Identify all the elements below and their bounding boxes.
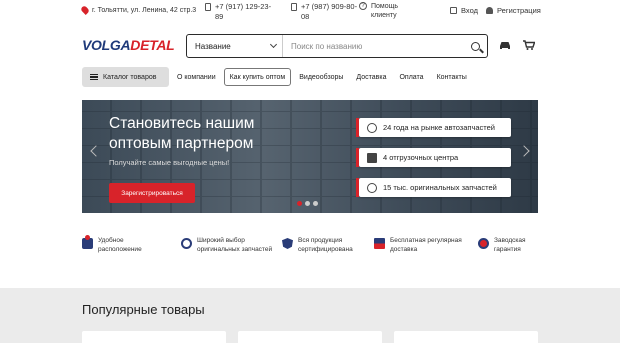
feature-centers-text: 4 отгрузочных центра <box>383 153 459 162</box>
warehouse-icon <box>367 152 377 163</box>
help-text: Помощь клиенту <box>371 3 399 19</box>
warranty-icon <box>478 238 489 249</box>
perks-row: Удобное расположение Широкий выбор ориги… <box>82 235 542 263</box>
login-link[interactable]: Вход <box>450 6 478 15</box>
logo-part-1: VOLGA <box>82 37 131 53</box>
banner-subtitle: Получайте самые выгодные цены! <box>109 158 230 167</box>
phone-2-text: +7 (987) 909-80-08 <box>301 2 358 21</box>
perk-delivery: Бесплатная регулярная доставка <box>374 237 474 254</box>
slider-dots <box>297 201 318 206</box>
register-text: Регистрация <box>497 6 541 15</box>
slide-dot[interactable] <box>297 201 302 206</box>
nav-item-wholesale[interactable]: Как купить оптом <box>223 68 292 86</box>
feature-years-text: 24 года на рынке автозапчастей <box>383 123 495 132</box>
wheel-icon <box>181 238 192 249</box>
popular-section: Популярные товары <box>0 288 620 351</box>
product-card[interactable] <box>394 331 538 351</box>
logo-part-2: DETAL <box>130 37 175 53</box>
popular-title: Популярные товары <box>82 302 205 317</box>
nav-item-about[interactable]: О компании <box>172 68 221 86</box>
login-icon <box>450 7 457 14</box>
feature-centers: 4 отгрузочных центра <box>356 148 511 167</box>
perk-text: Бесплатная регулярная доставка <box>390 237 462 253</box>
phone-1[interactable]: +7 (917) 129-23-89 <box>205 2 285 22</box>
address-text: г. Тольятти, ул. Ленина, 42 стр.3 <box>92 6 197 14</box>
perk-certified: Вся продукция сертифицирована <box>282 237 372 254</box>
register-link[interactable]: Регистрация <box>486 6 541 15</box>
tire-icon <box>367 182 377 193</box>
header: VOLGADETAL Название <box>0 32 620 62</box>
search-type-select[interactable]: Название <box>187 35 283 57</box>
search-input[interactable] <box>283 35 463 57</box>
map-icon <box>82 235 93 249</box>
perk-location: Удобное расположение <box>82 235 162 254</box>
main-nav: Каталог товаров О компании Как купить оп… <box>82 67 472 87</box>
perk-text: Широкий выбор оригинальных запчастей <box>197 237 273 253</box>
chevron-down-icon <box>269 40 278 49</box>
slide-dot[interactable] <box>305 201 310 206</box>
location-pin-icon <box>80 5 90 15</box>
help-icon: ? <box>359 2 367 10</box>
perk-text: Заводская гарантия <box>494 237 526 253</box>
help-link[interactable]: ? Помощь клиенту <box>359 2 409 20</box>
top-bar: г. Тольятти, ул. Ленина, 42 стр.3 +7 (91… <box>0 0 620 26</box>
nav-item-delivery[interactable]: Доставка <box>351 68 391 86</box>
perk-choice: Широкий выбор оригинальных запчастей <box>181 237 277 254</box>
address[interactable]: г. Тольятти, ул. Ленина, 42 стр.3 <box>80 5 197 15</box>
nav-item-contacts[interactable]: Контакты <box>432 68 472 86</box>
promo-banner: Становитесь нашим оптовым партнером Полу… <box>82 100 538 213</box>
phone-1-text: +7 (917) 129-23-89 <box>215 2 272 21</box>
phone-2[interactable]: +7 (987) 909-80-08 <box>291 2 361 22</box>
feature-parts: 15 тыс. оригинальных запчастей <box>356 178 511 197</box>
cart-icon[interactable] <box>523 40 535 50</box>
register-button[interactable]: Зарегистрироваться <box>109 183 195 203</box>
banner-title: Становитесь нашим оптовым партнером <box>109 115 255 152</box>
shield-icon <box>282 238 293 249</box>
menu-icon <box>90 74 98 80</box>
user-icon <box>486 7 493 14</box>
truck-icon <box>374 238 385 249</box>
perk-text: Вся продукция сертифицирована <box>298 237 353 253</box>
search-type-value: Название <box>195 41 231 51</box>
perk-text: Удобное расположение <box>98 237 142 253</box>
feature-years: 24 года на рынке автозапчастей <box>356 118 511 137</box>
car-icon[interactable] <box>499 40 511 50</box>
badge-icon <box>367 122 377 133</box>
slide-dot[interactable] <box>313 201 318 206</box>
product-card[interactable] <box>82 331 226 351</box>
feature-parts-text: 15 тыс. оригинальных запчастей <box>383 183 497 192</box>
phone-icon <box>291 3 297 11</box>
search-icon <box>470 41 480 51</box>
phone-icon <box>205 3 211 11</box>
catalog-button[interactable]: Каталог товаров <box>82 67 169 87</box>
perk-warranty: Заводская гарантия <box>478 237 542 254</box>
logo[interactable]: VOLGADETAL <box>82 37 175 53</box>
product-card[interactable] <box>238 331 382 351</box>
nav-item-videos[interactable]: Видеообзоры <box>294 68 348 86</box>
login-text: Вход <box>461 6 478 15</box>
search-button[interactable] <box>463 35 487 57</box>
search-bar: Название <box>186 34 488 58</box>
nav-item-payment[interactable]: Оплата <box>394 68 428 86</box>
catalog-label: Каталог товаров <box>103 73 157 81</box>
